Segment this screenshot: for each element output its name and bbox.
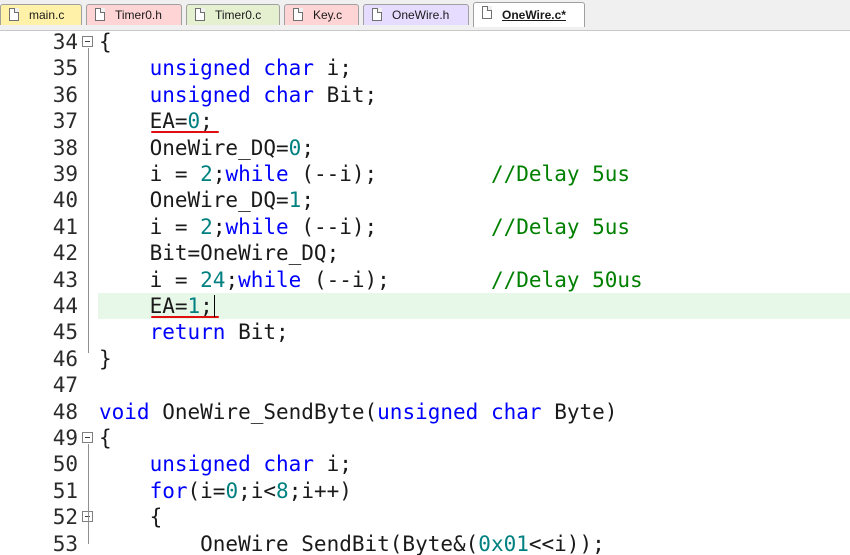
tab-timer0-c[interactable]: Timer0.c <box>186 4 280 25</box>
red-underline-annotation <box>151 131 219 134</box>
code-text: i = 2;while (--i); //Delay 5us <box>99 214 631 239</box>
line-number: 49 <box>52 426 78 450</box>
code-text: void OneWire_SendByte(unsigned char Byte… <box>99 399 618 424</box>
code-line[interactable] <box>0 31 850 55</box>
fold-guide-line <box>88 48 89 353</box>
code-text: { <box>99 505 163 530</box>
line-number: 48 <box>52 399 78 424</box>
line-number: 38 <box>52 135 78 160</box>
tab-label: Timer0.c <box>215 8 262 22</box>
tab-label: OneWire.c* <box>502 8 566 22</box>
code-line[interactable] <box>0 425 850 451</box>
line-number: 47 <box>52 373 78 398</box>
file-tab-bar: main.c Timer0.h Timer0.c Key.c OneWire.h OneW… <box>0 0 850 31</box>
code-line[interactable] <box>0 346 850 372</box>
code-text: } <box>99 346 112 371</box>
line-number: 46 <box>52 346 78 371</box>
tab-label: Timer0.h <box>115 8 162 22</box>
file-icon <box>372 8 382 21</box>
line-number: 53 <box>52 531 78 555</box>
line-number: 41 <box>52 214 78 239</box>
line-number: 34 <box>52 31 78 54</box>
fold-guide-line <box>88 444 89 544</box>
line-number: 37 <box>52 109 78 134</box>
code-text: for(i=0;i<8;i++) <box>149 478 352 503</box>
line-number: 42 <box>52 241 78 266</box>
line-number: 44 <box>52 294 78 318</box>
code-text: unsigned char i; <box>149 452 352 477</box>
line-number: 40 <box>52 188 78 213</box>
line-number: 50 <box>52 452 78 477</box>
line-number: 39 <box>52 162 78 186</box>
tab-main-c[interactable]: main.c <box>0 4 82 25</box>
tab-key-c[interactable]: Key.c <box>284 4 359 25</box>
tab-label: OneWire.h <box>392 8 450 22</box>
file-icon <box>9 8 19 21</box>
line-number: 52 <box>52 505 78 530</box>
file-icon <box>195 8 205 21</box>
tab-label: Key.c <box>313 8 343 22</box>
line-number: 43 <box>52 267 78 292</box>
line-number: 36 <box>52 82 78 107</box>
file-icon <box>95 8 105 21</box>
code-editor[interactable]: 34 {35 unsigned char i; 36 unsigned char B… <box>0 31 850 555</box>
code-text: unsigned char Bit; <box>149 82 378 107</box>
code-text: { <box>99 426 112 450</box>
text-caret <box>213 295 215 317</box>
file-icon <box>293 8 303 21</box>
code-text: OneWire_SendBit(Byte&(0x01<<i)); <box>99 531 605 555</box>
tab-onewire-c[interactable]: OneWire.c* <box>473 2 585 27</box>
line-number: 35 <box>52 56 78 81</box>
fold-toggle-icon[interactable] <box>82 36 93 47</box>
code-text: unsigned char i; <box>149 56 352 81</box>
fold-toggle-icon[interactable] <box>82 432 93 443</box>
code-text: i = 24;while (--i); //Delay 50us <box>99 267 643 292</box>
file-icon <box>482 6 492 19</box>
code-line[interactable] <box>0 372 850 398</box>
line-number: 51 <box>52 478 78 503</box>
code-text: i = 2;while (--i); //Delay 5us <box>99 162 631 186</box>
code-text: OneWire_DQ=1; <box>99 188 314 213</box>
code-text: { <box>99 31 112 54</box>
line-number: 45 <box>52 320 78 345</box>
tab-label: main.c <box>29 8 65 22</box>
tab-timer0-h[interactable]: Timer0.h <box>86 4 182 25</box>
code-text: Bit=OneWire_DQ; <box>99 241 340 266</box>
code-text: OneWire_DQ=0; <box>99 135 314 160</box>
code-text: return Bit; <box>149 320 289 345</box>
red-underline-annotation <box>151 316 219 318</box>
tab-onewire-h[interactable]: OneWire.h <box>363 4 469 25</box>
